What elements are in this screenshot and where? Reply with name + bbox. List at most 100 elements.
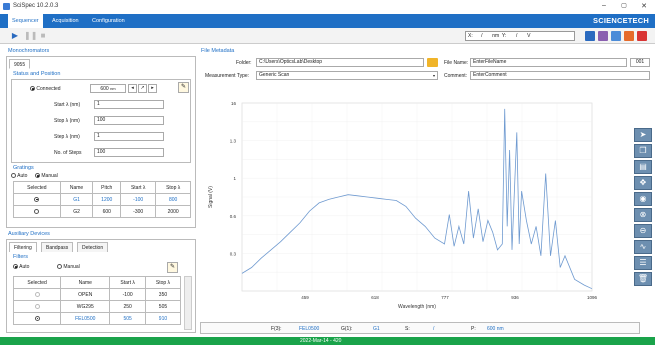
x-tick-label: 777 <box>441 295 449 300</box>
goto-icon[interactable]: ↗ <box>138 84 147 93</box>
info-icon[interactable] <box>585 31 595 41</box>
copy-icon[interactable]: ❐ <box>634 144 652 158</box>
table-row[interactable]: G2 600 -300 2000 <box>13 205 191 218</box>
clear-icon[interactable]: 🗑 <box>634 272 652 286</box>
stop-input[interactable]: 100 <box>94 116 164 125</box>
filters-auto[interactable]: Auto <box>13 264 29 270</box>
step-label: Step λ (nm) <box>54 134 80 140</box>
col-stop: Stop λ <box>144 276 182 289</box>
row-radio[interactable] <box>34 315 40 321</box>
menu-sequencer[interactable]: Sequencer <box>8 14 43 28</box>
pause-icon[interactable]: ❚❚ <box>24 31 37 41</box>
y-axis-label: Signal (V) <box>208 186 214 208</box>
start-label: Start λ (nm) <box>54 102 81 108</box>
folder-input[interactable]: C:\Users\OpticsLab\Desktop <box>256 58 424 67</box>
step-input[interactable]: 1 <box>94 132 164 141</box>
table-row[interactable]: OPEN -100 350 <box>12 288 182 301</box>
col-selected: Selected <box>12 276 62 289</box>
filters-scrollbar[interactable] <box>184 276 192 330</box>
spectrum-chart[interactable]: 459 618 777 936 1096 16 1.3 1 0.6 0.3 Wavelength (… <box>200 95 610 317</box>
status-grating: G1 <box>373 326 380 332</box>
status-filter: FEL0500 <box>299 326 320 332</box>
tab-bandpass[interactable]: Bandpass <box>41 242 74 252</box>
filter-config-icon[interactable]: ✎ <box>167 262 178 273</box>
filters-title: Filters <box>13 254 28 260</box>
filters-table: Selected Name Start λ Stop λ OPEN -100 3… <box>12 276 182 325</box>
calibrate-icon[interactable]: ✎ <box>178 82 189 93</box>
x-tick-label: 1096 <box>587 295 598 300</box>
close-button[interactable]: ✕ <box>638 2 650 10</box>
y-tick-label: 16 <box>231 101 237 106</box>
brand-logo: SCIENCETECH <box>593 16 649 25</box>
curve-icon[interactable]: ∿ <box>634 240 652 254</box>
export-icon[interactable] <box>611 31 621 41</box>
gratings-title: Gratings <box>13 165 34 171</box>
start-input[interactable]: 1 <box>94 100 164 109</box>
mtype-select[interactable]: Generic Scan ▾ <box>256 71 438 80</box>
filters-manual[interactable]: Manual <box>57 264 80 270</box>
mtype-label: Measurement Type: <box>205 73 250 79</box>
zoom-out-icon[interactable]: ⊖ <box>634 224 652 238</box>
pan-icon[interactable]: ✥ <box>634 176 652 190</box>
col-selected: Selected <box>13 181 61 194</box>
tab-filtering[interactable]: Filtering <box>9 242 37 252</box>
table-row[interactable]: WG295 250 505 <box>12 300 182 313</box>
status-position-box: Connected 600 nm ◂ ↗ ▸ ✎ Start λ (nm) 1 … <box>11 79 191 163</box>
gratings-auto[interactable]: Auto <box>11 173 27 179</box>
pointer-icon[interactable]: ➤ <box>634 128 652 142</box>
row-radio[interactable] <box>34 196 40 202</box>
position-input[interactable]: 600 nm <box>90 84 126 93</box>
maximize-button[interactable]: ▢ <box>618 2 630 9</box>
table-row[interactable]: FEL0500 505 910 <box>12 312 182 325</box>
footer-bar: 2022-Mar-14 - 420 <box>0 337 655 345</box>
status-position: 600 nm <box>487 326 504 332</box>
monochromators-title: Monochromators <box>8 48 50 54</box>
y-tick-label: 0.6 <box>230 214 237 219</box>
row-radio[interactable] <box>34 208 40 214</box>
nsteps-label: No. of Steps <box>54 150 82 156</box>
stop-icon[interactable]: ■ <box>38 31 48 41</box>
title-bar: SciSpec 10.2.0.3 – ▢ ✕ <box>0 0 655 14</box>
row-radio[interactable] <box>34 303 40 309</box>
row-radio[interactable] <box>34 291 40 297</box>
zoom-reset-icon[interactable]: ⊗ <box>634 208 652 222</box>
comment-input[interactable]: EnterComment <box>470 71 650 80</box>
col-start: Start λ <box>120 181 157 194</box>
play-icon[interactable]: ▶ <box>10 31 20 41</box>
minimize-button[interactable]: – <box>598 2 610 9</box>
table-row[interactable]: G1 1200 -100 800 <box>13 193 191 206</box>
stop-label: Stop λ (nm) <box>54 118 80 124</box>
monochromators-panel: 9055 Status and Position Connected 600 n… <box>6 56 196 228</box>
filename-label: File Name: <box>444 60 469 66</box>
col-pitch: Pitch <box>92 181 122 194</box>
next-icon[interactable]: ▸ <box>148 84 157 93</box>
legend-icon[interactable]: ☰ <box>634 256 652 270</box>
status-position-title: Status and Position <box>13 71 61 77</box>
tab-detection[interactable]: Detection <box>77 242 109 252</box>
window-title: SciSpec 10.2.0.3 <box>13 3 59 9</box>
menu-acquisition[interactable]: Acquisition <box>48 14 83 28</box>
file-metadata-title: File Metadata <box>201 48 235 54</box>
tool-icon[interactable] <box>598 31 608 41</box>
x-tick-label: 936 <box>511 295 519 300</box>
folder-label: Folder: <box>236 60 252 66</box>
x-axis-label: Wavelength (nm) <box>398 304 436 310</box>
menu-bar: Sequencer Acquisition Configuration SCIE… <box>0 14 655 28</box>
y-tick-label: 1.3 <box>230 139 237 144</box>
target-icon[interactable]: ◉ <box>634 192 652 206</box>
paste-icon[interactable]: ▤ <box>634 160 652 174</box>
power-icon[interactable] <box>637 31 647 41</box>
folder-icon[interactable] <box>427 58 438 67</box>
status-readout: F(3): FEL0500 G(1): G1 S: / P: 600 nm <box>200 322 640 334</box>
file-index-input[interactable]: 001 <box>630 58 650 67</box>
prev-icon[interactable]: ◂ <box>128 84 137 93</box>
settings-icon[interactable] <box>624 31 634 41</box>
filename-input[interactable]: EnterFileName <box>470 58 627 67</box>
gratings-manual[interactable]: Manual <box>35 173 58 179</box>
nsteps-input[interactable]: 100 <box>94 148 164 157</box>
tab-9055[interactable]: 9055 <box>9 59 31 69</box>
x-tick-label: 618 <box>371 295 379 300</box>
menu-configuration[interactable]: Configuration <box>88 14 129 28</box>
col-stop: Stop λ <box>155 181 191 194</box>
aux-title: Auxiliary Devices <box>8 231 50 237</box>
